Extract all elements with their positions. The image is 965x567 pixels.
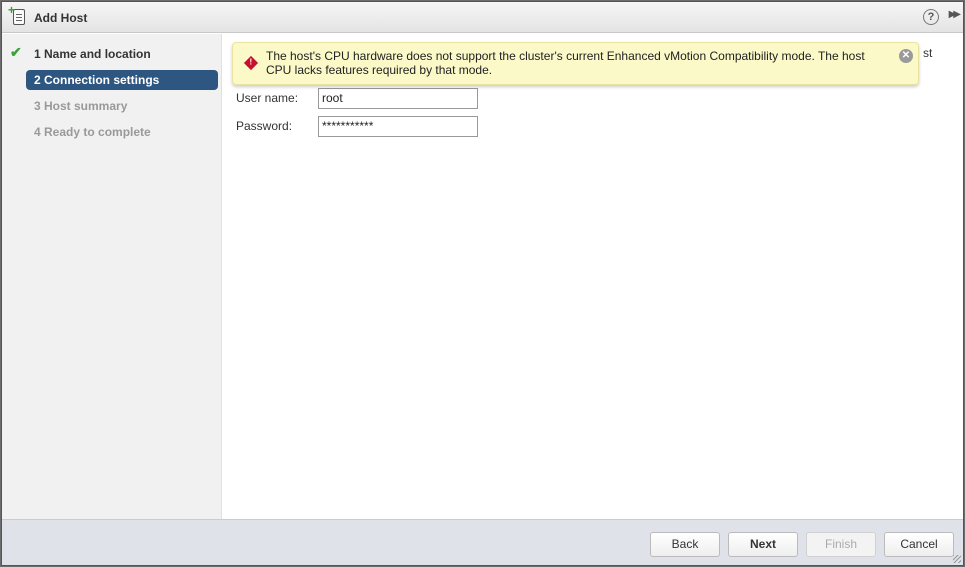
wizard-steps: ✔ 1 Name and location 2 Connection setti… (2, 34, 222, 519)
step-name-and-location[interactable]: 1 Name and location (26, 44, 218, 64)
add-host-dialog: Add Host ? ▶▶ ✔ 1 Name and location 2 Co… (1, 1, 964, 566)
cancel-button[interactable]: Cancel (884, 532, 954, 557)
step-connection-settings[interactable]: 2 Connection settings (26, 70, 218, 90)
username-input[interactable]: root (318, 88, 478, 109)
password-input[interactable]: *********** (318, 116, 478, 137)
expand-icon[interactable]: ▶▶ (949, 9, 962, 20)
close-icon[interactable]: ✕ (899, 49, 913, 63)
warning-message: The host's CPU hardware does not support… (266, 49, 865, 77)
finish-button: Finish (806, 532, 876, 557)
username-label: User name: (236, 91, 299, 105)
password-label: Password: (236, 119, 293, 133)
resize-grip[interactable] (953, 555, 961, 563)
back-button[interactable]: Back (650, 532, 720, 557)
step-ready-to-complete: 4 Ready to complete (34, 125, 151, 139)
checkmark-icon: ✔ (10, 44, 22, 60)
add-host-icon (8, 3, 25, 25)
dialog-footer: Back Next Finish Cancel (2, 519, 963, 565)
help-icon[interactable]: ? (923, 9, 939, 25)
error-icon: ! (243, 55, 259, 71)
title-bar: Add Host ? ▶▶ (2, 2, 963, 33)
warning-banner: ! The host's CPU hardware does not suppo… (232, 42, 919, 85)
dialog-title: Add Host (34, 11, 88, 25)
next-button[interactable]: Next (728, 532, 798, 557)
obscured-text: st (923, 46, 933, 60)
step-host-summary: 3 Host summary (34, 99, 128, 113)
